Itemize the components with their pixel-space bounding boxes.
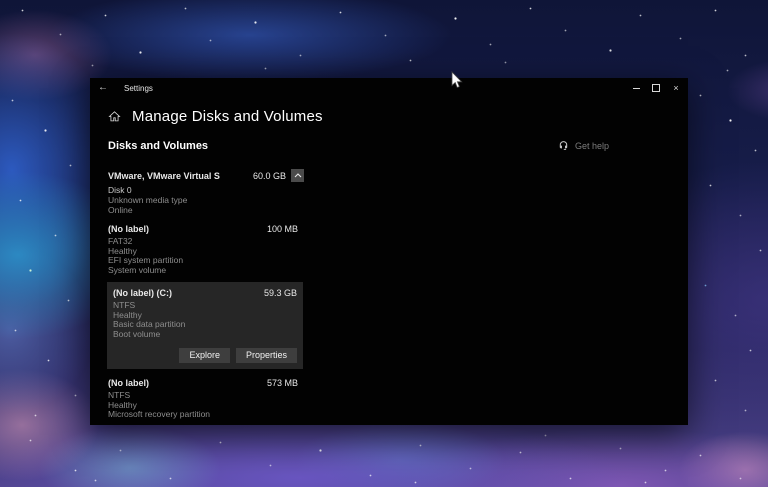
home-icon [108,110,121,123]
titlebar: ← Settings × [90,78,688,98]
disk-header-row: VMware, VMware Virtual S 60.0 GB [108,169,304,182]
partition-label: (No label) (C:) [113,288,172,298]
partition-details: NTFS Healthy Microsoft recovery partitio… [108,391,298,420]
partition-actions: Explore Properties [113,348,297,363]
disk-details: Disk 0 Unknown media type Online [108,185,304,215]
starfield [0,0,1,1]
page-title: Manage Disks and Volumes [132,108,323,125]
partition-size: 573 MB [267,378,298,388]
partition-detail-line: Microsoft recovery partition [108,410,298,420]
get-help-label: Get help [575,141,609,151]
partition-label: (No label) [108,224,149,234]
disk-detail-line: Online [108,205,304,215]
partition-detail-line: Boot volume [113,330,297,340]
page-content: Manage Disks and Volumes Disks and Volum… [90,98,688,420]
chevron-up-icon [294,173,302,178]
partition-item-efi[interactable]: (No label) 100 MB FAT32 Healthy EFI syst… [108,224,304,275]
disk-size: 60.0 GB [253,171,286,181]
partition-details: NTFS Healthy Basic data partition Boot v… [113,301,297,339]
disk-detail-line: Unknown media type [108,195,304,205]
window-controls: × [626,78,688,98]
partition-detail-line: System volume [108,266,298,276]
minimize-icon [633,88,640,89]
partition-header-row: (No label) 573 MB [108,378,298,389]
titlebar-title: Settings [124,84,153,93]
maximize-icon [652,84,660,92]
partition-size: 100 MB [267,224,298,234]
explore-button[interactable]: Explore [179,348,230,363]
partition-header-row: (No label) 100 MB [108,224,298,235]
get-help-link[interactable]: Get help [558,140,609,151]
partition-item-c-drive[interactable]: (No label) (C:) 59.3 GB NTFS Healthy Bas… [107,282,303,369]
close-button[interactable]: × [666,78,686,98]
back-button[interactable]: ← [98,78,114,98]
headset-icon [558,140,569,151]
partition-size: 59.3 GB [264,288,297,298]
partition-item-recovery[interactable]: (No label) 573 MB NTFS Healthy Microsoft… [108,378,304,420]
partition-details: FAT32 Healthy EFI system partition Syste… [108,237,298,275]
desktop-wallpaper: ← Settings × Manage Disks and Volumes [0,0,768,487]
disks-and-volumes-list: VMware, VMware Virtual S 60.0 GB Disk 0 … [108,169,304,420]
partition-header-row: (No label) (C:) 59.3 GB [113,288,297,299]
collapse-button[interactable] [291,169,304,182]
settings-window: ← Settings × Manage Disks and Volumes [90,78,688,425]
minimize-button[interactable] [626,78,646,98]
page-header: Manage Disks and Volumes [108,105,688,127]
partition-label: (No label) [108,378,149,388]
maximize-button[interactable] [646,78,666,98]
section-row: Disks and Volumes Get help [108,140,688,154]
disk-name: VMware, VMware Virtual S [108,171,253,181]
properties-button[interactable]: Properties [236,348,297,363]
close-icon: × [673,84,678,93]
disk-detail-line: Disk 0 [108,185,304,195]
disk-entry: VMware, VMware Virtual S 60.0 GB Disk 0 … [108,169,304,215]
